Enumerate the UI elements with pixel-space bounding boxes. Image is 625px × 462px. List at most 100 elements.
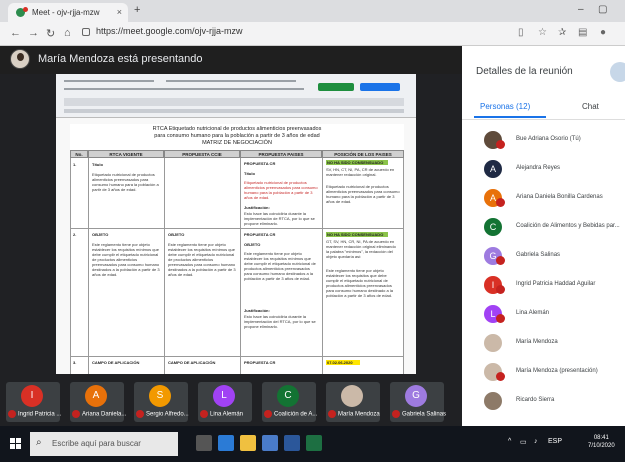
edge-icon[interactable] [218, 435, 234, 451]
participant-tile[interactable]: L Lina Alemán [198, 382, 252, 422]
forward-icon[interactable]: → [28, 27, 39, 39]
back-icon[interactable]: ← [10, 27, 21, 39]
row2-ccie-head: OBJETO [168, 232, 185, 237]
presenting-title: María Mendoza está presentando [38, 53, 203, 65]
mic-muted-icon [496, 314, 505, 323]
language-indicator[interactable]: ESP [548, 438, 562, 445]
extension-icon[interactable]: ▯ [518, 27, 524, 38]
mic-muted-icon [200, 410, 208, 418]
browser-tab[interactable]: Meet - ojv-rjja-mzw × [8, 3, 128, 22]
collections-icon[interactable]: ▤ [578, 27, 587, 38]
tile-label: Lina Alemán [200, 410, 243, 418]
task-view-icon[interactable] [196, 435, 212, 451]
row1-paises-head: PROPUESTA CR [244, 161, 276, 166]
row1-justif-text: Esto hace las coincidiría durante la imp… [244, 211, 315, 226]
row2-paises-head: PROPUESTA CR [244, 232, 276, 237]
tray-arrow-icon[interactable]: ^ [508, 438, 511, 445]
panel-tabs: Personas (12) Chat [462, 96, 625, 120]
negotiation-table: No. RTCA VIGENTE PROPUESTA CCIE PROPUEST… [70, 150, 404, 374]
tile-label: Sergio Alfredo... [136, 410, 189, 418]
mic-muted-icon [72, 410, 80, 418]
screen: Meet - ojv-rjja-mzw × + – ▢ ← → ↻ ⌂ http… [0, 0, 625, 462]
tile-label: Ingrid Patricia ... [8, 410, 61, 418]
address-bar: ← → ↻ ⌂ https://meet.google.com/ojv-rjja… [0, 22, 625, 46]
participant-tile[interactable]: G Gabriela Salinas [390, 382, 446, 422]
url-field[interactable]: https://meet.google.com/ojv-rjja-mzw [96, 26, 243, 36]
tab-chat[interactable]: Chat [582, 102, 599, 111]
store-icon[interactable] [262, 435, 278, 451]
doc-title-line3: MATRIZ DE NEGOCIACIÓN [202, 140, 272, 146]
presenter-avatar [10, 49, 30, 69]
reload-icon[interactable]: ↻ [46, 27, 55, 40]
row1-vigente-head: Título [92, 162, 103, 167]
participant-tile[interactable]: I Ingrid Patricia ... [6, 382, 61, 422]
profile-icon[interactable]: ● [600, 27, 606, 38]
tile-name: Ariana Daniela... [82, 411, 127, 418]
col-header-paises: PROPUESTA PAISES [240, 150, 322, 158]
participant-tile[interactable]: C Coalición de A... [262, 382, 318, 422]
row1-justif-head: Justificación: [244, 205, 270, 210]
participant-name: Alejandra Reyes [516, 165, 561, 171]
tile-name: Sergio Alfredo... [146, 411, 189, 418]
row3-paises-head: PROPUESTA CR [244, 360, 276, 365]
close-panel-button[interactable] [610, 62, 625, 82]
row3-pos-highlight: 07.02.06.2020 [327, 360, 353, 365]
mic-muted-icon [496, 256, 505, 265]
participant-tiles: ... IIngrid Patricia ...AAriana Daniela.… [0, 380, 462, 426]
tile-name: María Mendoza [338, 411, 380, 418]
row2-vigente-head: OBJETO [92, 232, 109, 237]
taskbar-search[interactable]: ⌕ Escribe aquí para buscar [30, 432, 178, 456]
participant-name: Lina Alemán [516, 310, 550, 316]
row3-ccie-head: CAMPO DE APLICACIÓN [168, 360, 216, 365]
tile-name: Ingrid Patricia ... [18, 411, 62, 418]
mic-muted-icon [8, 410, 16, 418]
row2-ccie-text: Este reglamento tiene por objeto estable… [168, 242, 236, 277]
system-clock[interactable]: 08:41 7/10/2020 [588, 434, 615, 450]
col-header-vigente: RTCA VIGENTE [88, 150, 164, 158]
word-icon[interactable] [284, 435, 300, 451]
volume-icon[interactable]: ♪ [534, 438, 538, 445]
mic-muted-icon [496, 198, 505, 207]
tab-people[interactable]: Personas (12) [473, 102, 547, 118]
shared-screen: RTCA Etiquetado nutricional de productos… [56, 74, 416, 374]
row3-vigente-head: CAMPO DE APLICACIÓN [92, 360, 140, 365]
tile-label: María Mendoza [328, 410, 380, 418]
participant-row[interactable]: Ricardo Sierra [462, 387, 625, 421]
row1-pos-text: SV, HN, CT, NI, PA, CR de acuerdo en man… [326, 167, 395, 177]
excel-icon[interactable] [306, 435, 322, 451]
meeting-details-panel: Detalles de la reunión Personas (12) Cha… [462, 46, 625, 426]
tile-label: Gabriela Salinas [392, 410, 446, 418]
file-explorer-icon[interactable] [240, 435, 256, 451]
tab-close-icon[interactable]: × [117, 7, 122, 17]
row2-vigente-text: Este reglamento tiene por objeto estable… [92, 242, 160, 277]
row2-justif-text: Esto hace las coincidiría durante la imp… [244, 314, 316, 329]
participant-tile[interactable]: María Mendoza [326, 382, 380, 422]
mic-muted-icon [496, 140, 505, 149]
tile-name: Lina Alemán [210, 411, 244, 418]
search-icon: ⌕ [36, 437, 42, 448]
minimize-icon[interactable]: – [578, 4, 584, 15]
tile-avatar: I [21, 385, 43, 407]
participant-tile[interactable]: S Sergio Alfredo... [134, 382, 189, 422]
row1-paises-text: Etiquetado nutricional de productos alim… [244, 180, 318, 200]
participant-tile[interactable]: A Ariana Daniela... [70, 382, 127, 422]
favorites-icon[interactable]: ✰ [558, 27, 566, 38]
tile-avatar: S [149, 385, 171, 407]
maximize-icon[interactable]: ▢ [598, 4, 607, 15]
doc-title-line1: RTCA Etiquetado nutricional de productos… [152, 126, 322, 132]
tile-avatar: A [85, 385, 107, 407]
row1-paises-sub: Título [244, 171, 255, 176]
star-icon[interactable]: ☆ [538, 27, 547, 38]
home-icon[interactable]: ⌂ [64, 27, 71, 39]
tile-name: Coalición de A... [274, 411, 318, 418]
network-icon[interactable]: ▭ [520, 438, 527, 446]
row2-pos-text: GT, SV, HN, CR, NI, PA de acuerdo en man… [326, 239, 396, 259]
meet-window: María Mendoza está presentando RTCA Etiq… [0, 46, 625, 426]
clock-date: 7/10/2020 [588, 443, 615, 449]
comments-button [360, 83, 400, 91]
col-header-no: No. [70, 150, 88, 158]
mic-muted-icon [264, 410, 272, 418]
new-tab-button[interactable]: + [134, 4, 140, 16]
windows-start-icon[interactable] [10, 438, 22, 450]
tile-avatar [341, 385, 363, 407]
